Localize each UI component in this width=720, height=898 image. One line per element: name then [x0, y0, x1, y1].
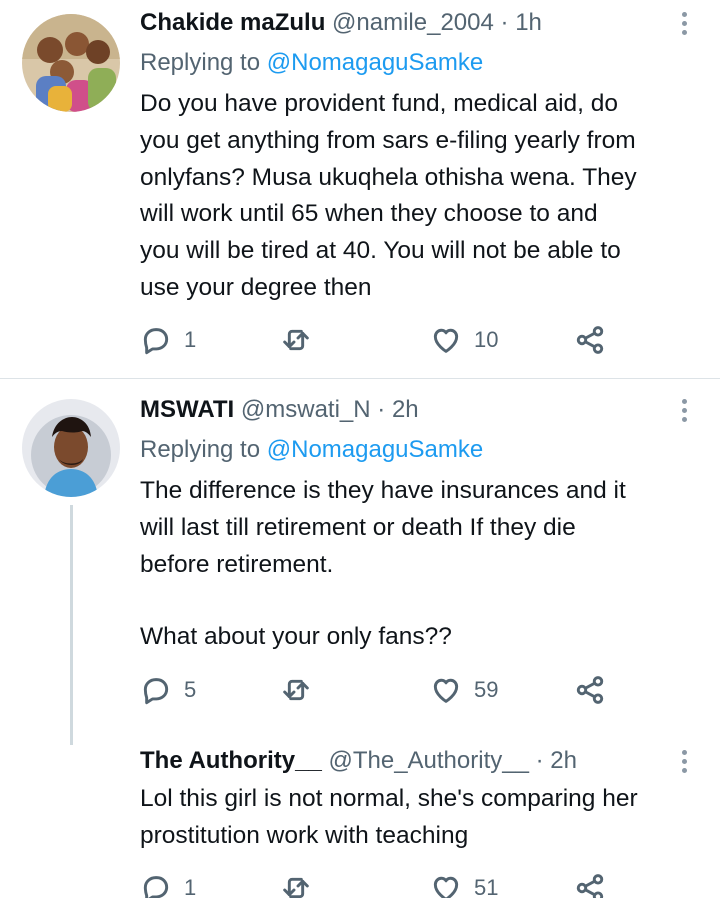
retweet-button[interactable]: [280, 870, 324, 898]
like-count: 51: [474, 875, 499, 898]
share-button[interactable]: [574, 322, 606, 358]
retweet-icon: [283, 679, 309, 701]
reply-button[interactable]: 1: [140, 322, 196, 358]
tweet-text-line: before retirement.: [140, 550, 334, 578]
avatar-image: [22, 14, 120, 112]
replying-to: Replying to @NomagaguSamke: [140, 48, 483, 78]
tweet-text: The difference is they have insurances a…: [140, 473, 705, 656]
tweet-text: Do you have provident fund, medical aid,…: [140, 86, 705, 307]
replying-prefix: Replying to: [140, 436, 261, 463]
tweet-header: MSWATI @mswati_N · 2h: [140, 395, 670, 425]
timestamp[interactable]: 2h: [392, 396, 419, 423]
retweet-button[interactable]: [280, 322, 324, 358]
more-icon[interactable]: [680, 12, 688, 35]
separator-dot: ·: [500, 9, 509, 36]
tweet-3[interactable]: The Authority__ @The_Authority__ · 2h Lo…: [0, 739, 720, 898]
display-name[interactable]: MSWATI: [140, 396, 234, 423]
reply-button[interactable]: 1: [140, 870, 196, 898]
thread-line: [70, 505, 73, 745]
tweet-text-line: The difference is they have insurances a…: [140, 477, 626, 504]
share-button[interactable]: [574, 870, 606, 898]
retweet-icon: [283, 329, 309, 351]
action-bar: 1 10: [140, 322, 610, 358]
retweet-icon: [283, 877, 309, 898]
display-name[interactable]: Chakide maZulu: [140, 9, 325, 36]
tweet-text: Lol this girl is not normal, she's compa…: [140, 781, 705, 855]
tweet-text-line: will last till retirement or death If th…: [140, 513, 576, 541]
reply-icon: [143, 876, 169, 898]
action-bar: 1 51: [140, 870, 610, 898]
reply-icon: [143, 328, 169, 355]
separator-dot: ·: [377, 396, 386, 423]
display-name[interactable]: The Authority__: [140, 747, 322, 774]
like-count: 59: [474, 677, 499, 702]
heart-icon: [433, 876, 459, 898]
tweet-header: Chakide maZulu @namile_2004 · 1h: [140, 8, 670, 38]
tweet-text-line: onlyfans? Musa ukuqhela othisha wena. Th…: [140, 163, 637, 191]
user-handle[interactable]: @namile_2004: [332, 9, 494, 36]
tweet-text-line: prostitution work with teaching: [140, 821, 469, 849]
heart-icon: [433, 678, 459, 703]
tweet-text-line: Lol this girl is not normal, she's compa…: [140, 785, 638, 812]
mention-link[interactable]: @NomagaguSamke: [267, 436, 483, 463]
replying-prefix: Replying to: [140, 49, 261, 76]
tweet-2[interactable]: MSWATI @mswati_N · 2h Replying to @Nomag…: [0, 379, 720, 745]
share-icon: [576, 676, 604, 704]
tweet-text-line: Do you have provident fund, medical aid,…: [140, 90, 619, 117]
share-icon: [576, 874, 604, 898]
like-button[interactable]: 59: [430, 672, 498, 708]
tweet-1[interactable]: Chakide maZulu @namile_2004 · 1h Replyin…: [0, 0, 720, 378]
avatar-image: [22, 399, 120, 497]
tweet-header: The Authority__ @The_Authority__ · 2h: [140, 746, 670, 776]
like-count: 10: [474, 327, 499, 352]
retweet-button[interactable]: [280, 672, 324, 708]
like-button[interactable]: 10: [430, 322, 498, 358]
share-button[interactable]: [574, 672, 606, 708]
reply-icon: [143, 678, 169, 705]
reply-count: 1: [184, 875, 197, 898]
reply-count: 1: [184, 327, 197, 352]
mention-link[interactable]: @NomagaguSamke: [267, 49, 483, 76]
timestamp[interactable]: 1h: [515, 9, 542, 36]
more-icon[interactable]: [680, 399, 688, 422]
tweet-text-line: use your degree then: [140, 273, 372, 301]
user-handle[interactable]: @The_Authority__: [328, 747, 528, 774]
tweet-text-line: you get anything from sars e-filing year…: [140, 126, 636, 154]
tweet-text-line: you will be tired at 40. You will not be…: [140, 237, 621, 265]
heart-icon: [433, 328, 459, 353]
separator-dot: ·: [535, 747, 544, 774]
like-button[interactable]: 51: [430, 870, 498, 898]
tweet-text-line: will work until 65 when they choose to a…: [140, 200, 598, 228]
reply-button[interactable]: 5: [140, 672, 196, 708]
tweet-text-line: What about your only fans??: [140, 623, 452, 651]
reply-count: 5: [184, 677, 197, 702]
timestamp[interactable]: 2h: [550, 747, 577, 774]
avatar[interactable]: [22, 399, 120, 497]
action-bar: 5 59: [140, 672, 610, 708]
replying-to: Replying to @NomagaguSamke: [140, 435, 483, 465]
more-icon[interactable]: [680, 750, 688, 773]
user-handle[interactable]: @mswati_N: [241, 396, 371, 423]
share-icon: [576, 326, 604, 354]
avatar[interactable]: [22, 14, 120, 112]
